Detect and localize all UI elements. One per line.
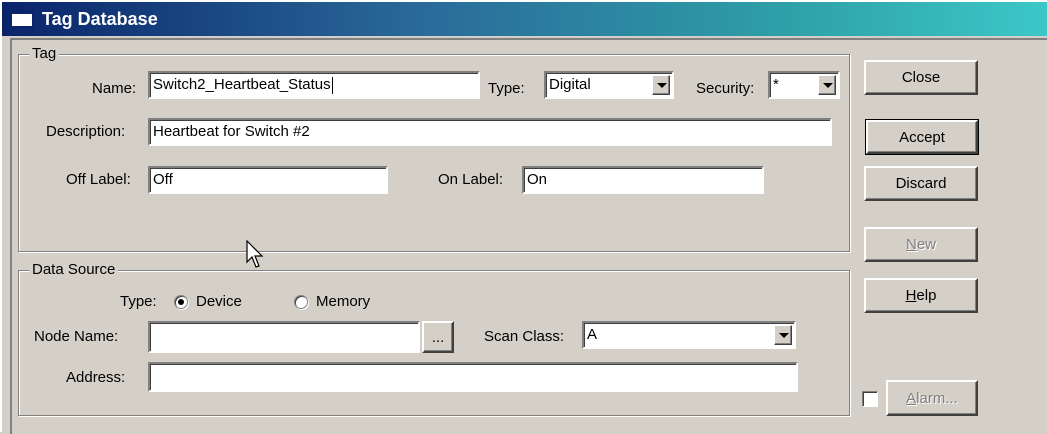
security-select-value: * [773, 76, 779, 93]
accept-button-label: Accept [899, 128, 945, 146]
security-select[interactable]: * [768, 71, 840, 99]
security-label: Security: [696, 80, 755, 97]
alarm-checkbox[interactable] [862, 391, 878, 407]
close-button-label: Close [901, 69, 941, 86]
off-label-input[interactable]: Off [148, 166, 388, 194]
data-source-group-legend: Data Source [29, 261, 119, 278]
on-label-input-value: On [527, 171, 548, 188]
type-dropdown-arrow-icon[interactable] [652, 75, 670, 95]
type-label: Type: [488, 80, 525, 97]
scan-class-select-value: A [587, 326, 598, 343]
window-title: Tag Database [42, 8, 158, 29]
window-icon [10, 10, 34, 28]
on-label-label: On Label: [438, 171, 504, 188]
help-button-label: Help [905, 287, 937, 304]
radio-memory-button[interactable] [294, 294, 308, 309]
radio-device-label: Device [196, 293, 242, 310]
radio-device[interactable]: Device [174, 293, 242, 310]
new-button-label: New [905, 236, 937, 253]
address-input[interactable] [148, 362, 798, 392]
title-bar[interactable]: Tag Database [2, 2, 1047, 36]
node-browse-button-label: ... [431, 328, 445, 346]
description-label: Description: [46, 123, 126, 140]
tag-database-window: Tag Database Tag Name: Switch2_Heartbeat… [0, 0, 1047, 434]
name-label: Name: [92, 80, 137, 97]
radio-memory-label: Memory [316, 293, 371, 310]
off-label-label: Off Label: [66, 171, 131, 188]
security-dropdown-arrow-icon[interactable] [818, 75, 836, 95]
description-input[interactable]: Heartbeat for Switch #2 [148, 118, 832, 146]
accept-button[interactable]: Accept [865, 119, 979, 155]
scan-class-dropdown-arrow-icon[interactable] [774, 325, 792, 345]
new-button[interactable]: New [864, 227, 978, 262]
node-name-label: Node Name: [34, 328, 119, 345]
text-caret [331, 76, 333, 94]
on-label-input[interactable]: On [522, 166, 764, 194]
mouse-pointer-icon [246, 240, 264, 268]
description-input-value: Heartbeat for Switch #2 [153, 123, 310, 140]
source-type-label: Type: [120, 293, 157, 310]
name-input[interactable]: Switch2_Heartbeat_Status [148, 71, 480, 99]
tag-group-legend: Tag [29, 45, 60, 62]
node-name-input[interactable] [148, 321, 420, 353]
alarm-button[interactable]: Alarm... [886, 380, 978, 416]
off-label-input-value: Off [153, 171, 173, 188]
discard-button-label: Discard [895, 175, 947, 192]
radio-memory[interactable]: Memory [294, 293, 370, 310]
close-button[interactable]: Close [864, 60, 978, 95]
help-button[interactable]: Help [864, 278, 978, 313]
type-select-value: Digital [549, 76, 591, 93]
scan-class-label: Scan Class: [484, 328, 565, 345]
node-browse-button[interactable]: ... [422, 321, 454, 353]
scan-class-select[interactable]: A [582, 321, 796, 349]
type-select[interactable]: Digital [544, 71, 674, 99]
name-input-value: Switch2_Heartbeat_Status [153, 76, 331, 93]
discard-button[interactable]: Discard [864, 166, 978, 201]
address-label: Address: [66, 369, 126, 386]
alarm-button-label: Alarm... [906, 389, 958, 407]
radio-device-button[interactable] [174, 294, 188, 309]
